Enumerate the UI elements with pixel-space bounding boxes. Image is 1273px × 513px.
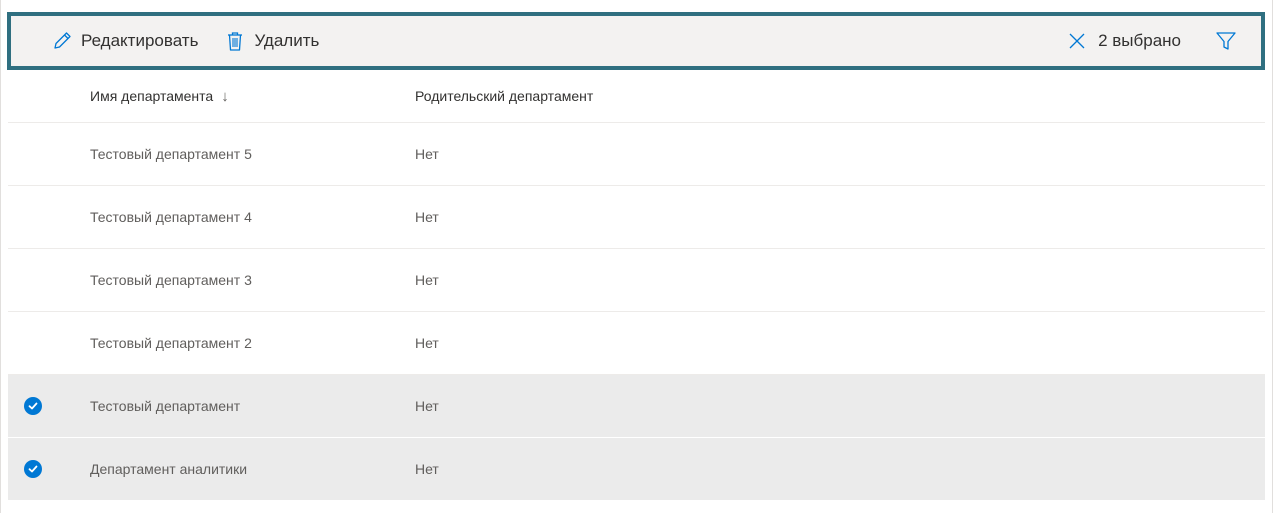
department-name-cell: Тестовый департамент bbox=[90, 398, 241, 414]
selected-count-label: 2 выбрано bbox=[1098, 31, 1181, 50]
table-row[interactable]: Тестовый департамент 3 Нет bbox=[8, 249, 1265, 312]
column-header-name[interactable]: Имя департамента ↓ bbox=[90, 70, 229, 122]
trash-icon bbox=[224, 30, 246, 52]
table-row[interactable]: Тестовый департамент 4 Нет bbox=[8, 186, 1265, 249]
delete-button[interactable]: Удалить bbox=[224, 16, 319, 66]
filter-button[interactable] bbox=[1215, 16, 1237, 66]
department-name-cell: Тестовый департамент 2 bbox=[90, 335, 252, 351]
delete-button-label: Удалить bbox=[254, 31, 320, 50]
checkmark-icon bbox=[24, 397, 42, 415]
close-icon bbox=[1066, 30, 1088, 52]
pencil-icon bbox=[51, 30, 73, 52]
parent-department-cell: Нет bbox=[415, 209, 439, 225]
column-header-parent[interactable]: Родительский департамент bbox=[415, 70, 593, 122]
table-row[interactable]: Департамент аналитики Нет bbox=[8, 438, 1265, 501]
row-checkbox[interactable] bbox=[18, 249, 48, 311]
row-checkbox[interactable] bbox=[18, 375, 48, 437]
checkmark-icon bbox=[24, 460, 42, 478]
department-name-cell: Тестовый департамент 4 bbox=[90, 209, 252, 225]
departments-table: Имя департамента ↓ Родительский департам… bbox=[8, 70, 1265, 501]
command-bar: Редактировать Удалить 2 выбрано bbox=[7, 12, 1265, 70]
parent-department-cell: Нет bbox=[415, 146, 439, 162]
parent-department-cell: Нет bbox=[415, 461, 439, 477]
row-checkbox[interactable] bbox=[18, 312, 48, 374]
column-header-parent-label: Родительский департамент bbox=[415, 88, 594, 104]
filter-icon bbox=[1215, 30, 1237, 52]
table-header-row: Имя департамента ↓ Родительский департам… bbox=[8, 70, 1265, 123]
parent-department-cell: Нет bbox=[415, 335, 439, 351]
table-row[interactable]: Тестовый департамент 5 Нет bbox=[8, 123, 1265, 186]
table-row[interactable]: Тестовый департамент Нет bbox=[8, 375, 1265, 438]
department-name-cell: Тестовый департамент 3 bbox=[90, 272, 252, 288]
table-row[interactable]: Тестовый департамент 2 Нет bbox=[8, 312, 1265, 375]
row-checkbox[interactable] bbox=[18, 186, 48, 248]
sort-descending-icon: ↓ bbox=[221, 87, 229, 105]
edit-button-label: Редактировать bbox=[81, 31, 199, 50]
parent-department-cell: Нет bbox=[415, 272, 439, 288]
parent-department-cell: Нет bbox=[415, 398, 439, 414]
department-name-cell: Департамент аналитики bbox=[90, 461, 248, 477]
row-checkbox[interactable] bbox=[18, 123, 48, 185]
department-name-cell: Тестовый департамент 5 bbox=[90, 146, 252, 162]
row-checkbox[interactable] bbox=[18, 438, 48, 500]
clear-selection-button[interactable]: 2 выбрано bbox=[1066, 16, 1181, 66]
column-header-name-label: Имя департамента bbox=[90, 88, 214, 104]
edit-button[interactable]: Редактировать bbox=[51, 16, 198, 66]
